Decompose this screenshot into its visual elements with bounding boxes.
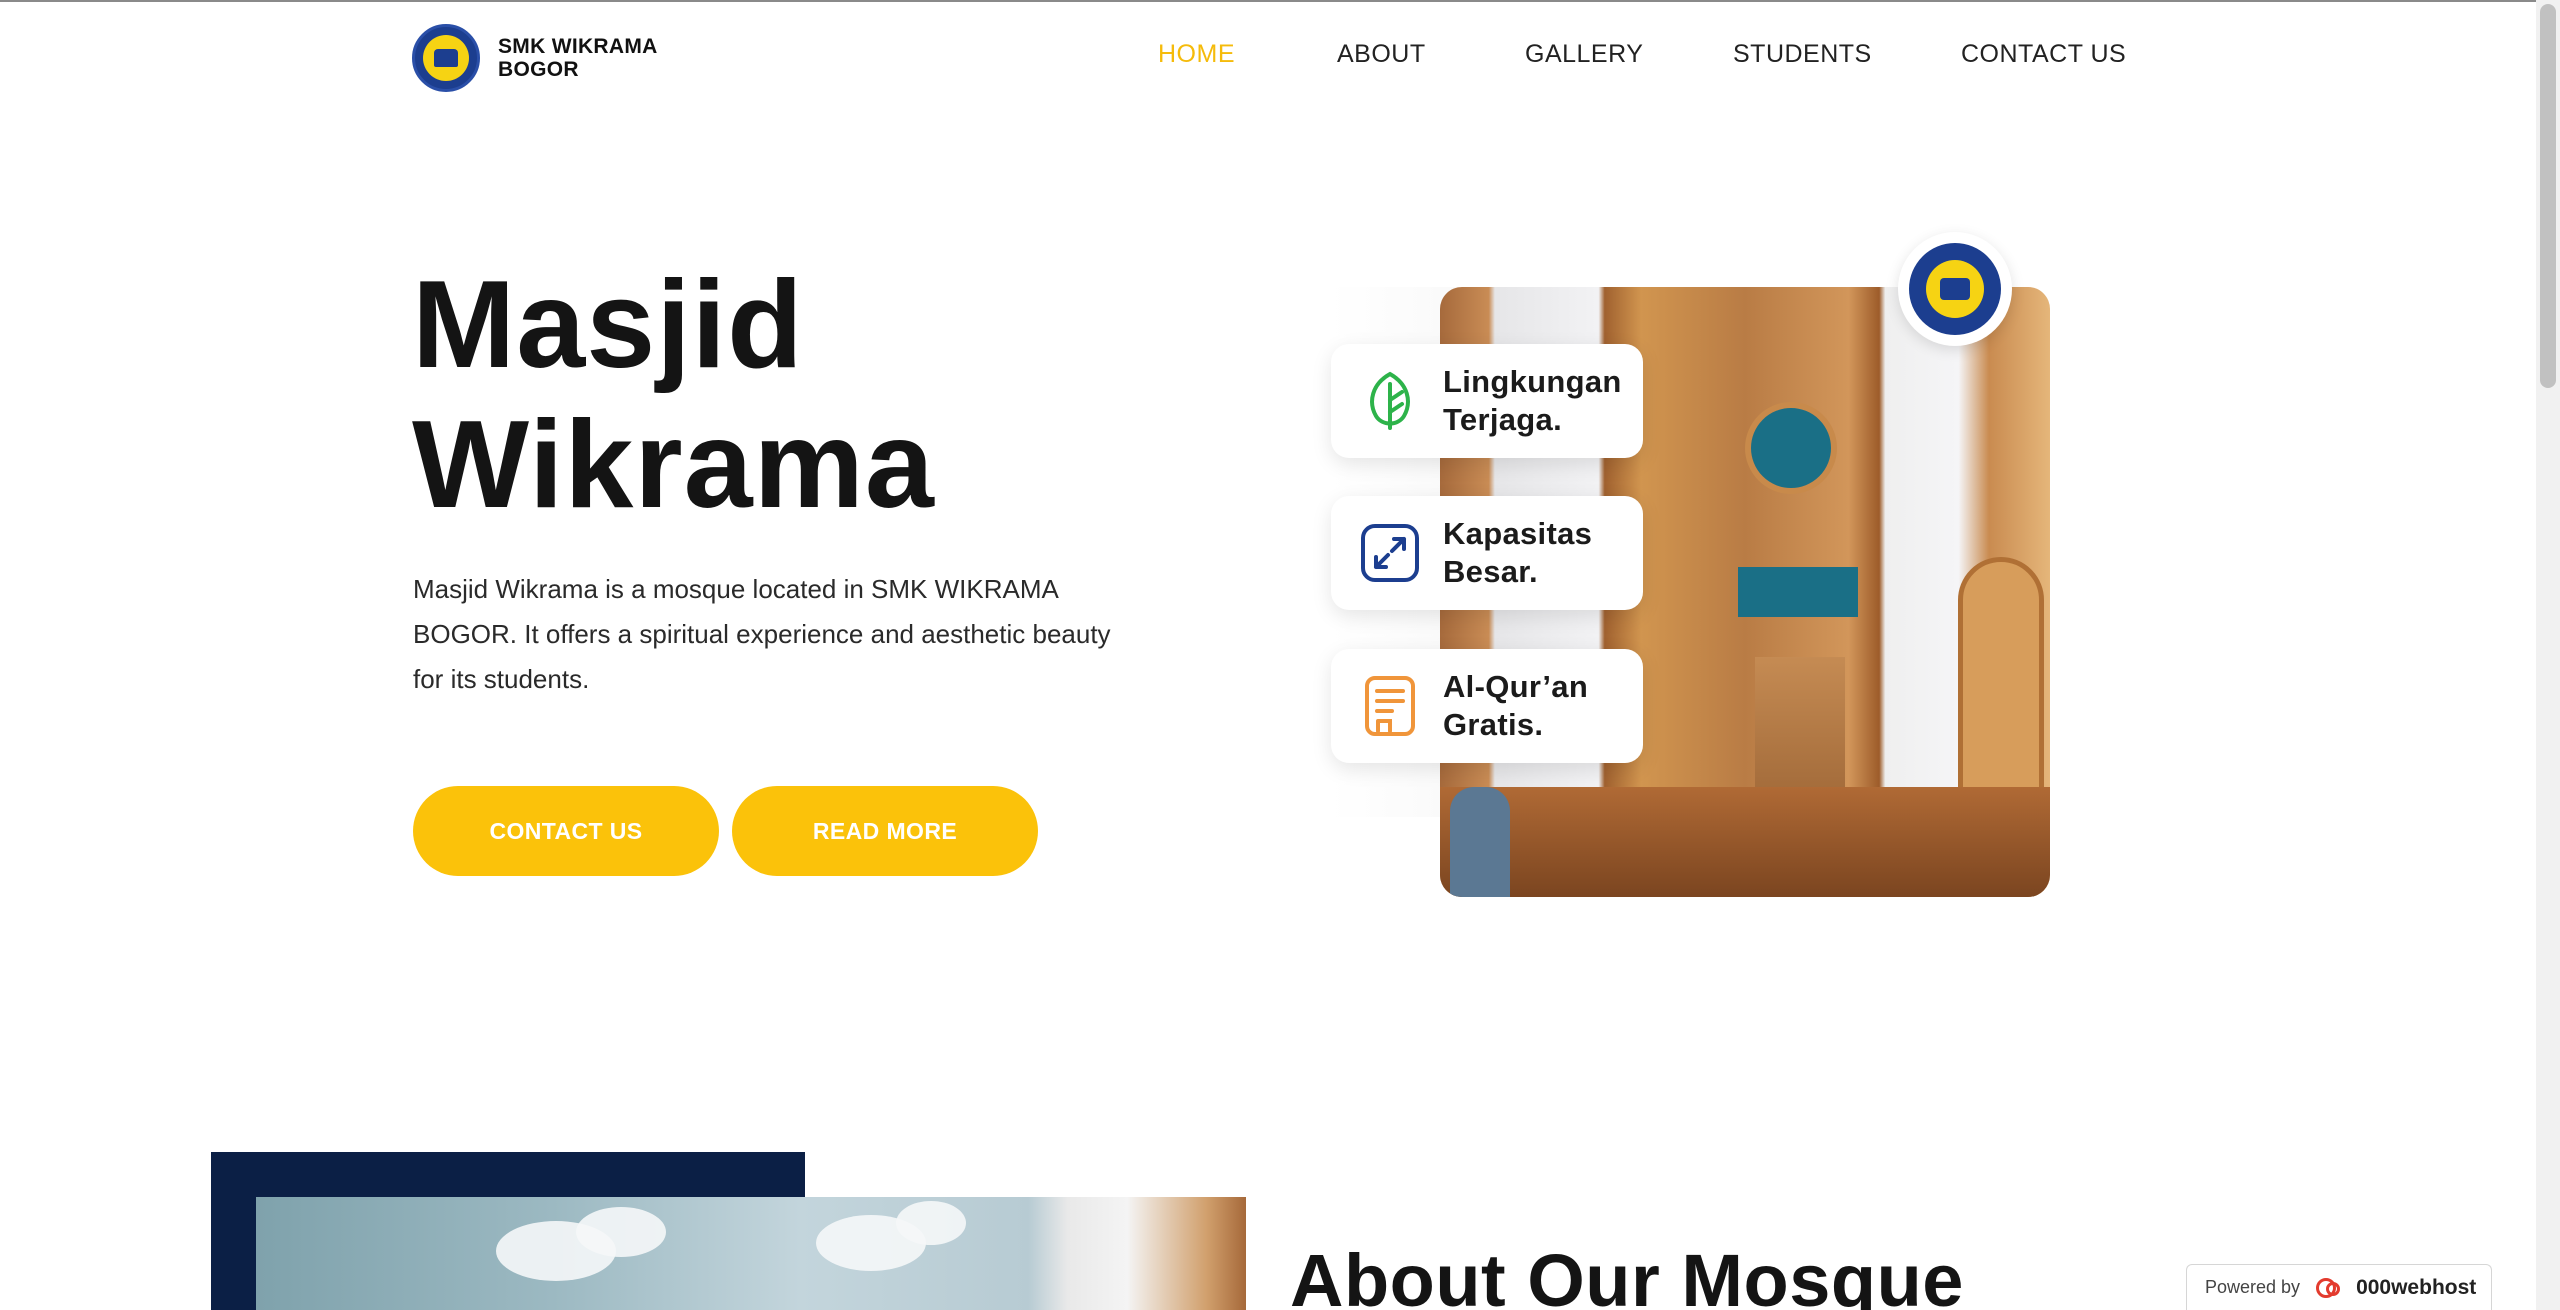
hosting-badge[interactable]: Powered by 000webhost [2186,1264,2492,1310]
read-more-button[interactable]: READ MORE [732,786,1038,876]
wood-paneling [1440,787,2050,897]
badge-host-name: 000webhost [2356,1275,2477,1299]
cloud [896,1201,966,1245]
feature-label-line1: Lingkungan [1443,364,1622,399]
feature-label-line2: Terjaga. [1443,402,1562,437]
nav-students[interactable]: STUDENTS [1733,40,1872,69]
site-header: SMK WIKRAMA BOGOR HOME ABOUT GALLERY STU… [0,0,2536,115]
about-title: About Our Mosque [1290,1239,1964,1310]
feature-card-capacity: Kapasitas Besar. [1331,496,1643,610]
feature-label-line2: Gratis. [1443,707,1544,742]
host-logo-icon [2314,1276,2348,1300]
brand-name-line2: BOGOR [498,58,579,81]
hero-title-line2: Wikrama [412,396,935,534]
hero-description: Masjid Wikrama is a mosque located in SM… [413,574,1111,694]
contact-us-button[interactable]: CONTACT US [413,786,719,876]
worshipper-figure [1450,787,1510,897]
brand-name: SMK WIKRAMA BOGOR [498,35,658,81]
hero-title-line1: Masjid [412,256,804,394]
feature-label: Lingkungan Terjaga. [1443,363,1622,439]
cloud [576,1207,666,1257]
book-icon [1359,675,1421,737]
calligraphy-medallion [1745,402,1837,494]
scrollbar-thumb[interactable] [2540,4,2556,388]
feature-card-environment: Lingkungan Terjaga. [1331,344,1643,458]
leaf-icon [1359,370,1421,432]
brand[interactable]: SMK WIKRAMA BOGOR [412,24,658,92]
nav-home[interactable]: HOME [1158,40,1235,69]
nav-gallery[interactable]: GALLERY [1525,40,1643,69]
feature-label-line1: Kapasitas [1443,516,1593,551]
hero-title: Masjid Wikrama [412,255,935,535]
nav-contact-us[interactable]: CONTACT US [1961,40,2126,69]
nav-about[interactable]: ABOUT [1337,40,1426,69]
feature-label-line1: Al-Qur’an [1443,669,1589,704]
school-logo-icon [412,24,480,92]
calligraphy-panel [1738,567,1858,617]
mosque-exterior-photo [256,1197,1246,1310]
feature-label: Kapasitas Besar. [1443,515,1592,591]
feature-label: Al-Qur’an Gratis. [1443,668,1588,744]
badge-powered-text: Powered by [2205,1277,2301,1297]
brand-name-line1: SMK WIKRAMA [498,35,658,58]
feature-card-quran: Al-Qur’an Gratis. [1331,649,1643,763]
feature-label-line2: Besar. [1443,554,1538,589]
expand-icon [1359,522,1421,584]
school-seal-icon [1898,232,2012,346]
